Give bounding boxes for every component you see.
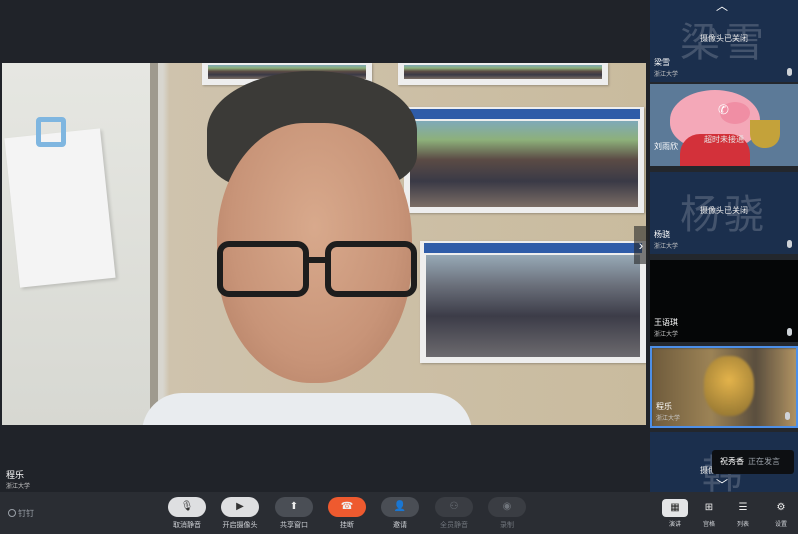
- mic-icon: [787, 328, 792, 336]
- participant-name: 程乐: [656, 402, 672, 411]
- video-paper: [4, 128, 116, 288]
- bottom-toolbar: 钉钉 🎙 取消静音 ▶ 开启摄像头 ⬆ 共享窗口 ☎ 挂断 👤 邀请 ⚇ 全员静…: [0, 492, 798, 534]
- participant-list: 梁雪 摄像头已关闭 梁雪 浙江大学 ✆ 超时未接通 刘雨欣 杨骁 摄像头已关闭 …: [650, 0, 798, 492]
- button-label: 全员静音: [440, 522, 468, 529]
- mute-all-button[interactable]: ⚇ 全员静音: [434, 497, 474, 530]
- participant-name: 梁雪: [654, 58, 670, 67]
- view-list-button[interactable]: ☰ 列表: [728, 499, 758, 528]
- record-icon: ◉: [488, 497, 526, 517]
- button-label: 录制: [500, 522, 514, 529]
- participant-org: 浙江大学: [654, 72, 679, 78]
- settings-label: 设置: [774, 522, 787, 528]
- participant-status: 摄像头已关闭: [700, 206, 748, 215]
- wall-photo: [398, 63, 608, 85]
- mute-all-icon: ⚇: [435, 497, 473, 517]
- participant-name: 杨骁: [654, 230, 670, 239]
- wall-photo: [420, 241, 646, 363]
- video-clip: [36, 117, 66, 147]
- next-page-arrow-icon[interactable]: ›: [634, 226, 648, 264]
- participant-name: 刘雨欣: [654, 142, 678, 151]
- participant-org: 浙江大学: [656, 416, 681, 422]
- participant-name: 王语琪: [654, 318, 678, 327]
- participant-tile[interactable]: ✆ 超时未接通 刘雨欣: [650, 84, 798, 166]
- view-label: 演讲: [668, 522, 681, 528]
- pin-button[interactable]: 钉钉: [8, 508, 34, 519]
- share-icon: ⬆: [275, 497, 313, 517]
- person-shirt: [142, 393, 472, 425]
- share-window-button[interactable]: ⬆ 共享窗口: [274, 497, 314, 530]
- pin-icon: [8, 509, 16, 517]
- phone-icon: ✆: [718, 102, 729, 117]
- mic-muted-icon: 🎙: [168, 497, 206, 517]
- list-view-icon: ☰: [738, 502, 748, 513]
- hangup-button[interactable]: ☎ 挂断: [327, 497, 367, 530]
- gear-icon: ⚙: [776, 502, 786, 513]
- participant-org: 浙江大学: [654, 332, 679, 338]
- button-label: 挂断: [340, 522, 354, 529]
- view-speaker-button[interactable]: ▦ 演讲: [660, 499, 690, 528]
- add-user-icon: 👤: [381, 497, 419, 517]
- main-video[interactable]: [2, 63, 646, 425]
- grid-view-icon: ⊞: [704, 502, 714, 513]
- mic-icon: [785, 412, 790, 420]
- main-stage: › 程乐 浙江大学: [0, 0, 648, 492]
- view-grid-button[interactable]: ⊞ 宫格: [694, 499, 724, 528]
- mic-icon: [787, 240, 792, 248]
- meeting-window: › 程乐 浙江大学 梁雪 摄像头已关闭 梁雪 浙江大学 ✆ 超时未接通 刘雨欣 …: [0, 0, 798, 534]
- scroll-down-icon[interactable]: ﹀: [716, 476, 728, 493]
- pin-label: 钉钉: [18, 509, 34, 518]
- participant-status: 摄像头已关闭: [700, 34, 748, 43]
- participant-org: 浙江大学: [654, 244, 679, 250]
- button-label: 共享窗口: [280, 522, 308, 529]
- main-speaker-org: 浙江大学: [6, 484, 31, 490]
- view-label: 列表: [736, 522, 749, 528]
- participant-tile[interactable]: 王语琪 浙江大学: [650, 260, 798, 342]
- camera-button[interactable]: ▶ 开启摄像头: [220, 497, 260, 530]
- settings-button[interactable]: ⚙ 设置: [766, 499, 796, 528]
- participant-tile-selected[interactable]: 程乐 浙江大学: [650, 346, 798, 428]
- participant-tile[interactable]: 杨骁 摄像头已关闭 杨骁 浙江大学: [650, 172, 798, 254]
- button-label: 取消静音: [173, 522, 201, 529]
- video-door: [150, 63, 158, 425]
- invite-button[interactable]: 👤 邀请: [380, 497, 420, 530]
- speaker-view-icon: ▦: [662, 499, 688, 517]
- camera-off-icon: ▶: [221, 497, 259, 517]
- speaking-toast: 祝秀香 正在发言: [712, 450, 794, 474]
- unmute-button[interactable]: 🎙 取消静音: [167, 497, 207, 530]
- main-speaker-name: 程乐: [6, 470, 25, 480]
- mic-icon: [787, 68, 792, 76]
- button-label: 开启摄像头: [222, 522, 258, 529]
- button-label: 邀请: [393, 522, 407, 529]
- wall-photo: [404, 107, 644, 213]
- participant-video-face: [704, 356, 754, 416]
- speaking-status: 正在发言: [748, 457, 780, 466]
- record-button[interactable]: ◉ 录制: [487, 497, 527, 530]
- scroll-up-icon[interactable]: ︿: [716, 0, 728, 14]
- person-glasses: [217, 241, 417, 301]
- hangup-icon: ☎: [328, 497, 366, 517]
- speaker-name: 祝秀香: [720, 457, 744, 466]
- view-label: 宫格: [702, 522, 715, 528]
